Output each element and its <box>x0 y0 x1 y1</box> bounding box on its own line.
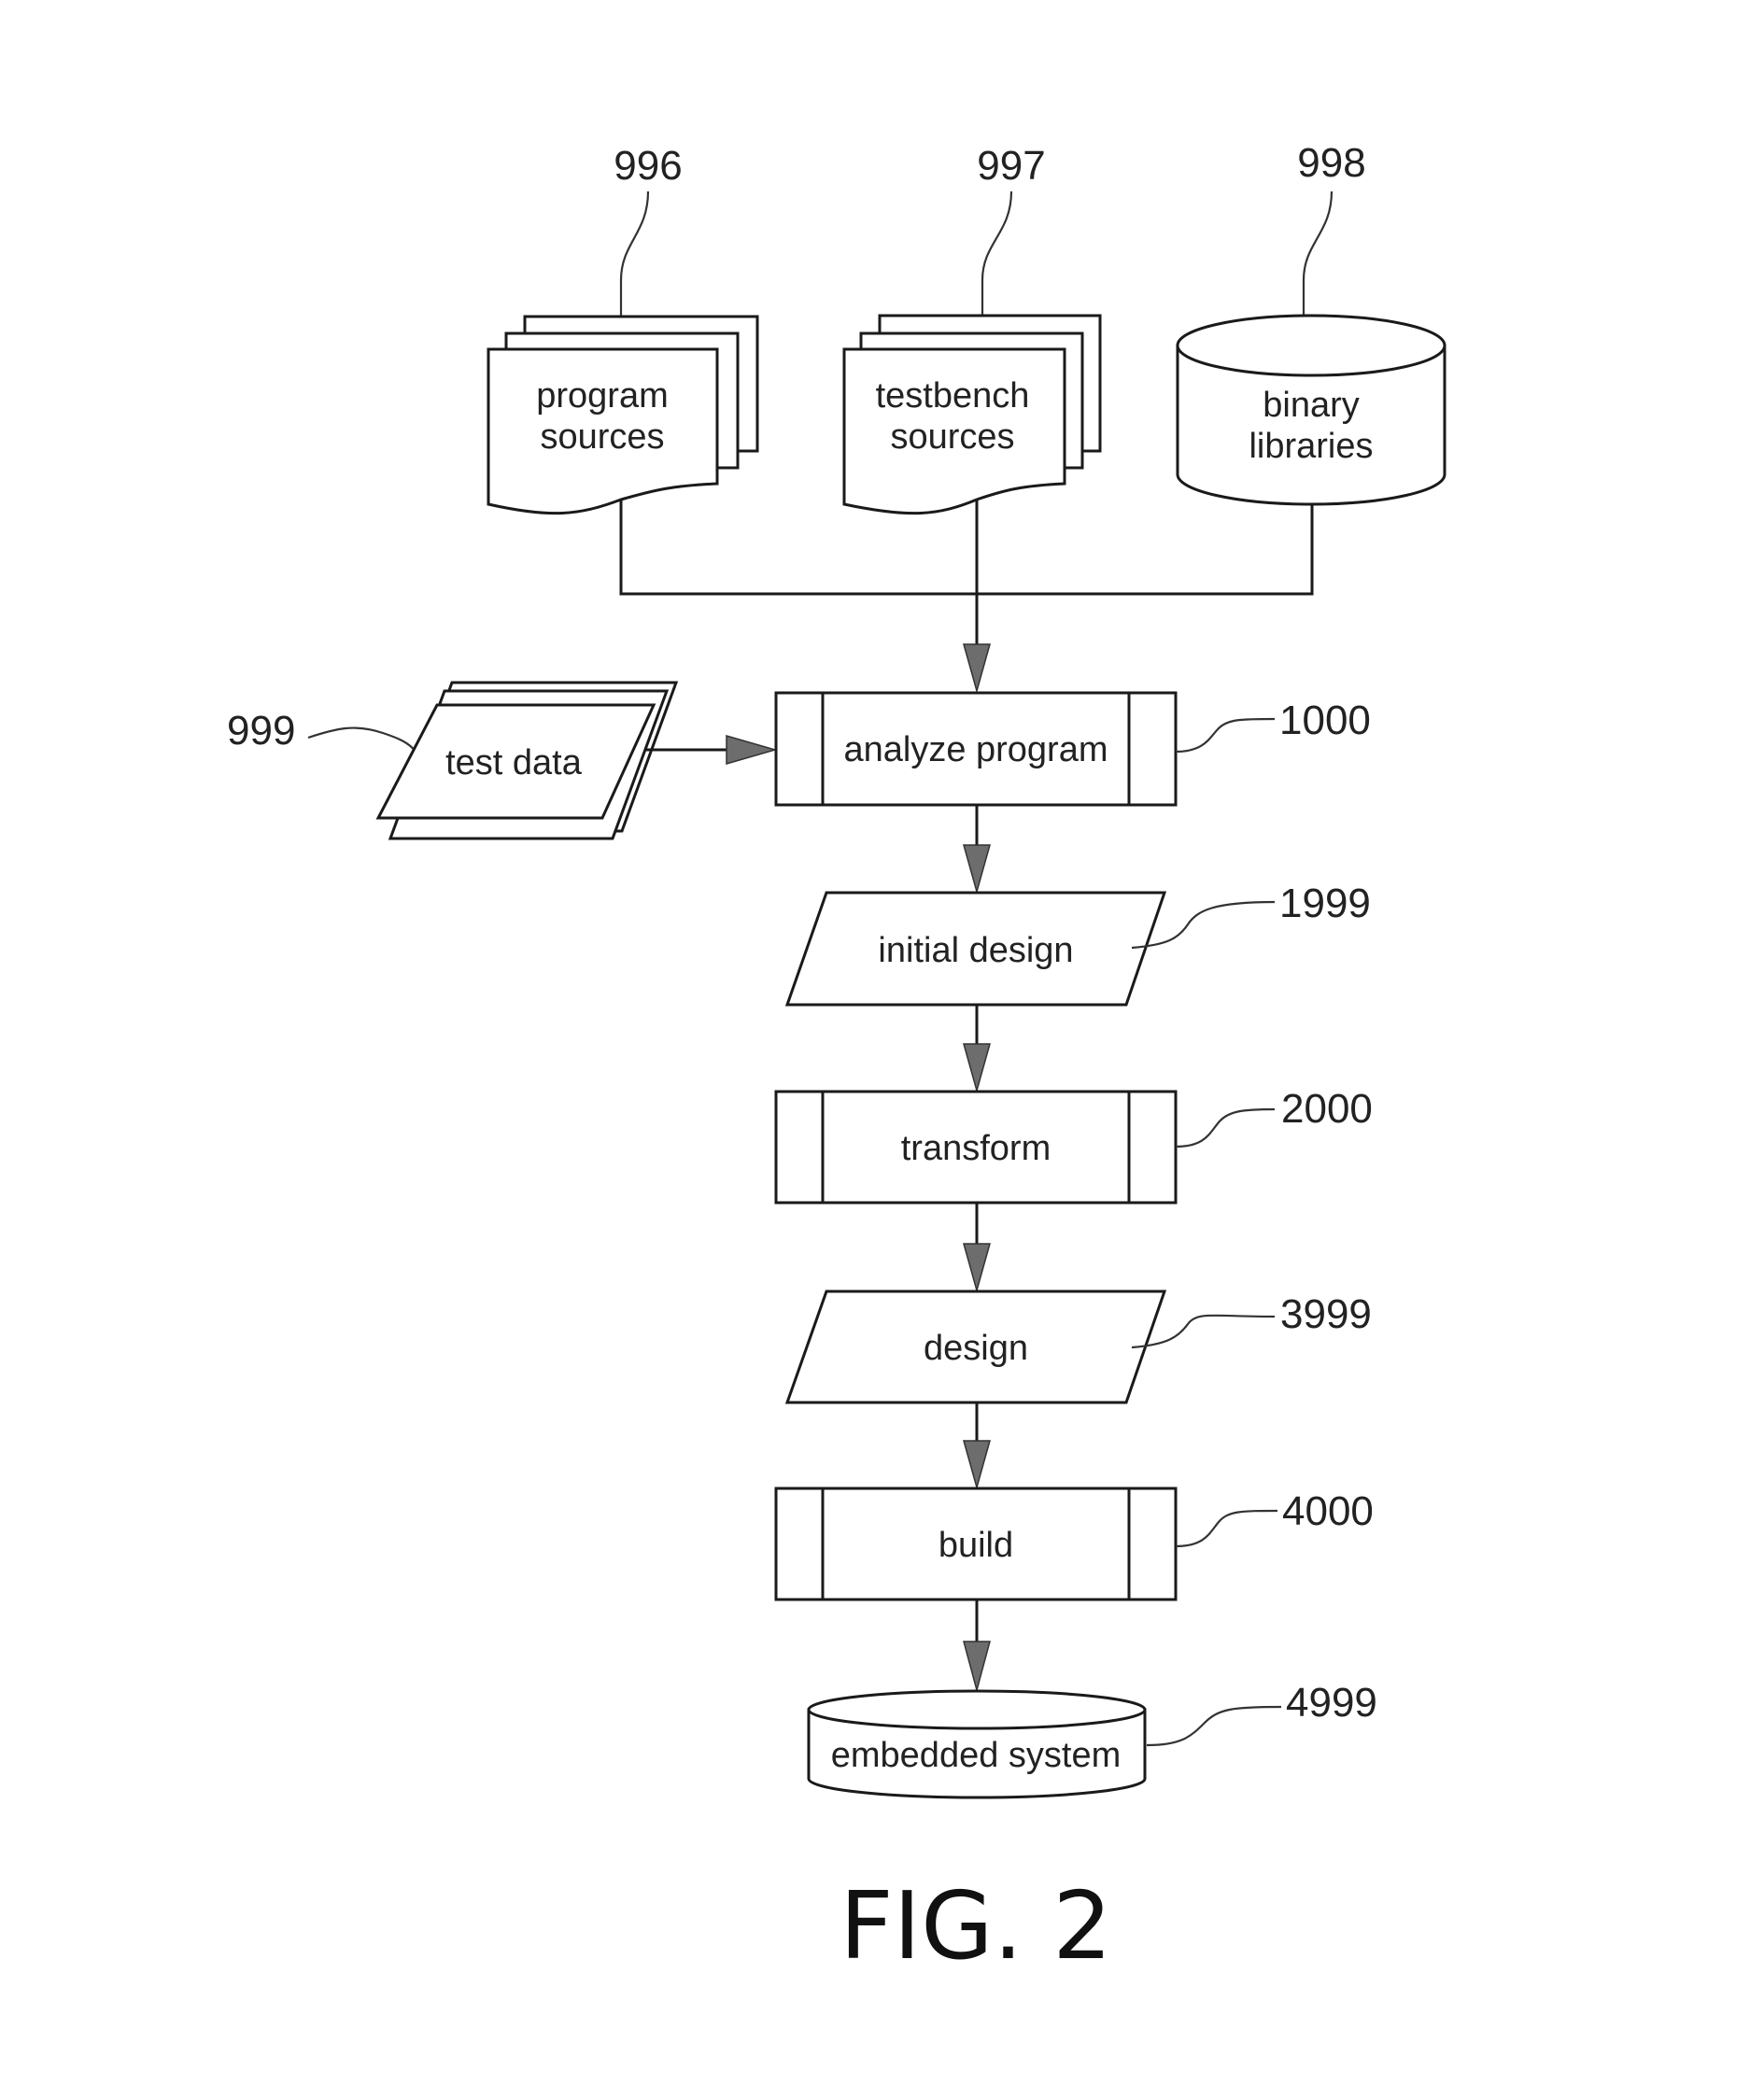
build-label: build <box>938 1526 1013 1565</box>
leader-line-4000 <box>1175 1509 1278 1548</box>
database-top <box>1176 314 1446 377</box>
analyze-program-node: analyze program <box>774 691 1178 807</box>
ref-label-2000: 2000 <box>1281 1086 1373 1132</box>
arrow-head-down <box>963 1043 991 1093</box>
ref-label-4999: 4999 <box>1286 1680 1377 1726</box>
transform-node: transform <box>774 1090 1178 1205</box>
program-sources-label-line1: program <box>536 376 669 416</box>
initial-design-label: initial design <box>878 931 1073 970</box>
ref-label-997: 997 <box>977 143 1045 189</box>
arrow-head-down <box>963 1440 991 1490</box>
arrow-head-down <box>963 844 991 895</box>
testbench-sources-node: testbench sources <box>842 314 1102 515</box>
binary-libraries-node: binary libraries <box>1176 314 1446 506</box>
ref-label-1000: 1000 <box>1279 698 1371 743</box>
arrow-head-down <box>963 643 991 694</box>
transform-label: transform <box>901 1129 1051 1168</box>
initial-design-node: initial design <box>784 891 1167 1007</box>
binary-libraries-label-line1: binary <box>1263 386 1360 425</box>
ref-label-998: 998 <box>1297 140 1365 186</box>
leader-line-996 <box>619 190 650 317</box>
design-node: design <box>784 1290 1167 1404</box>
ref-label-1999: 1999 <box>1279 881 1371 926</box>
arrow-head-down <box>963 1641 991 1693</box>
leader-line-1000 <box>1175 717 1276 754</box>
leader-line-4999 <box>1146 1705 1282 1747</box>
testbench-sources-label-line2: sources <box>890 417 1014 457</box>
ref-label-3999: 3999 <box>1280 1291 1372 1337</box>
arrow-head-right <box>726 735 778 765</box>
design-label: design <box>924 1329 1028 1368</box>
ref-label-999: 999 <box>227 708 295 754</box>
program-sources-label-line2: sources <box>540 417 664 457</box>
input-bus-connector <box>619 500 1314 596</box>
binary-libraries-label-line2: libraries <box>1249 427 1373 466</box>
database-top <box>807 1689 1147 1730</box>
testbench-sources-label-line1: testbench <box>876 376 1030 416</box>
figure-caption: FIG. 2 <box>840 1871 1112 1980</box>
leader-line-997 <box>981 190 1013 316</box>
ref-label-4000: 4000 <box>1282 1488 1374 1534</box>
embedded-system-node: embedded system <box>807 1689 1147 1799</box>
arrow-head-down <box>963 1243 991 1293</box>
build-node: build <box>774 1487 1178 1601</box>
flowchart: 996 997 998 program sources testbench so… <box>227 140 1446 1980</box>
program-sources-node: program sources <box>487 315 759 515</box>
test-data-label: test data <box>445 743 583 782</box>
test-data-node: test data <box>375 681 679 840</box>
leader-line-999 <box>307 726 416 753</box>
leader-line-2000 <box>1175 1107 1276 1149</box>
analyze-program-label: analyze program <box>843 730 1108 769</box>
leader-line-998 <box>1302 190 1334 317</box>
embedded-system-label: embedded system <box>831 1736 1122 1775</box>
ref-label-996: 996 <box>614 143 682 189</box>
